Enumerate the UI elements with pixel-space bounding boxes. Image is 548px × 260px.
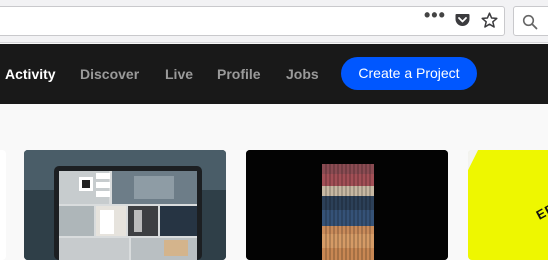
project-feed: EE [0, 104, 548, 260]
page-actions-menu-icon[interactable]: ••• [424, 6, 446, 24]
site-navbar: Activity Discover Live Profile Jobs Crea… [0, 44, 548, 104]
project-card-yellow[interactable]: EE [468, 150, 548, 260]
nav-item-discover[interactable]: Discover [80, 66, 139, 83]
nav-item-profile[interactable]: Profile [217, 66, 261, 83]
create-project-button[interactable]: Create a Project [341, 57, 477, 90]
browser-toolbar: ••• [0, 0, 548, 43]
search-box[interactable] [513, 6, 548, 36]
project-thumbnail [24, 150, 226, 260]
nav-item-activity[interactable]: Activity [5, 66, 56, 83]
nav-item-jobs[interactable]: Jobs [286, 66, 319, 83]
search-icon [522, 14, 538, 30]
project-card-books[interactable] [246, 150, 448, 260]
project-card-partial-left[interactable] [0, 150, 6, 260]
project-thumbnail [246, 150, 448, 260]
project-thumbnail [468, 150, 548, 260]
project-card-architecture[interactable] [24, 150, 226, 260]
pocket-icon[interactable] [455, 13, 470, 27]
nav-item-live[interactable]: Live [165, 66, 193, 83]
bookmark-star-icon[interactable] [481, 12, 498, 29]
